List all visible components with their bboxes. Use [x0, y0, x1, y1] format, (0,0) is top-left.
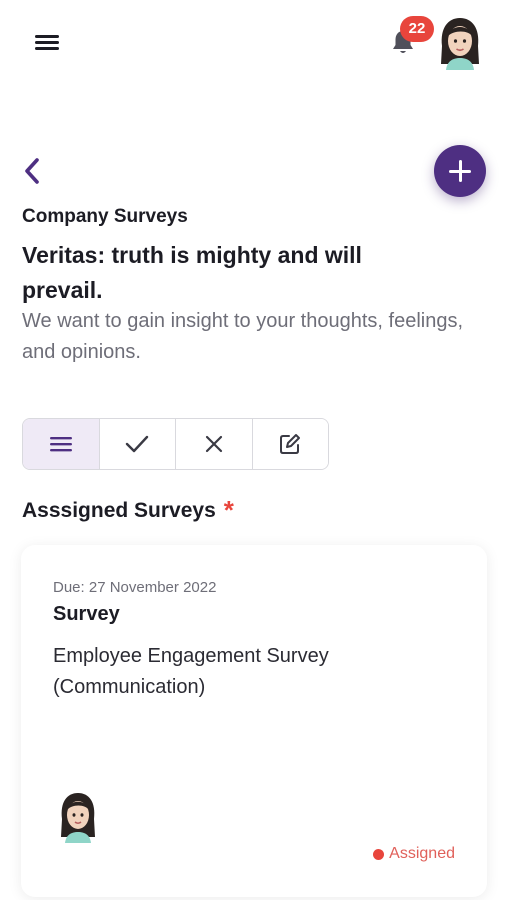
section-label: Company Surveys — [22, 206, 188, 227]
required-asterisk: * — [223, 495, 234, 525]
survey-name: Employee Engagement Survey (Communicatio… — [53, 645, 329, 698]
filter-completed-button[interactable] — [99, 419, 176, 469]
assigned-surveys-label: Asssigned Surveys — [22, 499, 216, 522]
status-label: Assigned — [389, 845, 455, 862]
close-icon — [205, 435, 222, 453]
survey-type: Survey — [53, 603, 120, 625]
survey-filter-tabs — [22, 418, 329, 470]
filter-all-button[interactable] — [23, 419, 100, 469]
status-badge: Assigned — [373, 845, 455, 863]
back-chevron-icon[interactable] — [20, 156, 44, 186]
assigned-surveys-heading: Asssigned Surveys * — [22, 495, 234, 526]
add-button[interactable] — [434, 145, 486, 197]
page-title: Veritas: truth is mighty and will prevai… — [22, 242, 362, 303]
status-dot — [373, 848, 385, 860]
survey-card[interactable]: Due: 27 November 2022 Survey Employee En… — [21, 545, 487, 897]
top-bar: 22 — [0, 0, 507, 80]
filter-declined-button[interactable] — [176, 419, 253, 469]
due-date: Due: 27 November 2022 — [53, 579, 217, 596]
notification-badge[interactable]: 22 — [400, 16, 434, 42]
list-icon — [49, 437, 72, 452]
page-subtitle: We want to gain insight to your thoughts… — [22, 310, 464, 363]
assignee-avatar — [61, 793, 95, 843]
filter-draft-button[interactable] — [252, 419, 328, 469]
check-icon — [126, 435, 149, 453]
hamburger-menu-icon[interactable] — [34, 32, 60, 52]
user-avatar[interactable] — [438, 16, 482, 70]
edit-icon — [280, 434, 301, 454]
